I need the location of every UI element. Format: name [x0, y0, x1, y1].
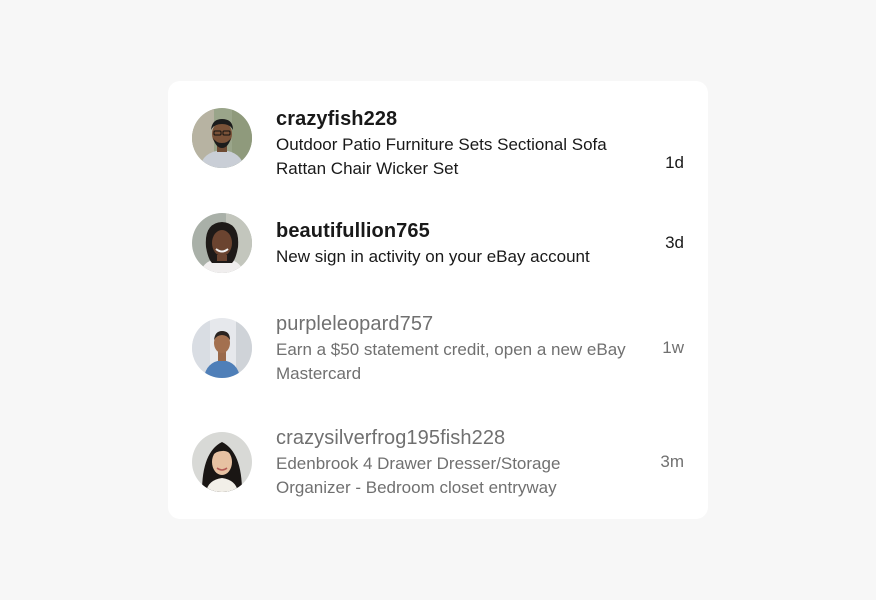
message-row[interactable]: crazyfish228 Outdoor Patio Furniture Set…: [168, 107, 708, 203]
message-row[interactable]: beautifullion765 New sign in activity on…: [168, 213, 708, 285]
man-in-blue-shirt-avatar: [192, 318, 252, 378]
sender-username: crazysilverfrog195fish228: [276, 427, 506, 449]
woman-smiling-avatar: [192, 213, 252, 273]
message-time: 3m: [660, 452, 684, 471]
message-time: 1d: [665, 153, 684, 172]
man-with-glasses-avatar: [192, 108, 252, 168]
sender-username: beautifullion765: [276, 220, 430, 242]
message-row[interactable]: crazysilverfrog195fish228 Edenbrook 4 Dr…: [168, 426, 708, 522]
message-preview: New sign in activity on your eBay accoun…: [276, 247, 590, 266]
message-time: 3d: [665, 233, 684, 252]
sender-username: purpleleopard757: [276, 313, 434, 335]
messages-card: crazyfish228 Outdoor Patio Furniture Set…: [168, 81, 708, 519]
message-preview: Edenbrook 4 Drawer Dresser/Storage Organ…: [276, 454, 561, 497]
message-preview: Earn a $50 statement credit, open a new …: [276, 340, 626, 383]
sender-username: crazyfish228: [276, 108, 398, 130]
message-preview: Outdoor Patio Furniture Sets Sectional S…: [276, 135, 607, 178]
message-row[interactable]: purpleleopard757 Earn a $50 statement cr…: [168, 312, 708, 408]
woman-long-hair-avatar: [192, 432, 252, 492]
message-time: 1w: [662, 338, 684, 357]
